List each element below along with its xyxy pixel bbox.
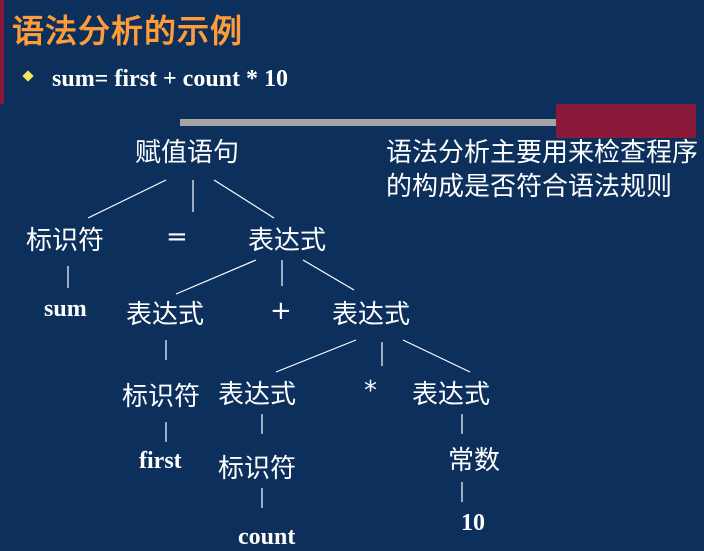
leaf-10: 10 bbox=[461, 510, 485, 536]
leaf-count: count bbox=[238, 524, 296, 550]
node-expression: 表达式 bbox=[126, 300, 205, 330]
node-assignment-statement: 赋值语句 bbox=[135, 138, 240, 168]
parse-tree-edges bbox=[67, 179, 471, 508]
node-expression: 表达式 bbox=[218, 380, 297, 410]
node-times-operator: * bbox=[364, 376, 377, 406]
edge bbox=[302, 259, 355, 291]
edge bbox=[87, 179, 167, 219]
node-constant: 常数 bbox=[448, 446, 501, 476]
node-expression: 表达式 bbox=[412, 380, 491, 410]
node-expression: 表达式 bbox=[332, 300, 411, 330]
node-plus-operator: + bbox=[270, 296, 292, 326]
leaf-sum: sum bbox=[44, 296, 87, 322]
edge bbox=[402, 339, 471, 373]
node-identifier: 标识符 bbox=[218, 454, 297, 484]
node-identifier: 标识符 bbox=[26, 226, 105, 256]
node-identifier: 标识符 bbox=[122, 382, 201, 412]
edge bbox=[213, 179, 275, 219]
edge bbox=[175, 259, 257, 295]
leaf-first: first bbox=[139, 448, 182, 474]
node-expression: 表达式 bbox=[248, 226, 327, 256]
node-assign-operator: = bbox=[166, 222, 188, 252]
edge bbox=[275, 339, 357, 373]
